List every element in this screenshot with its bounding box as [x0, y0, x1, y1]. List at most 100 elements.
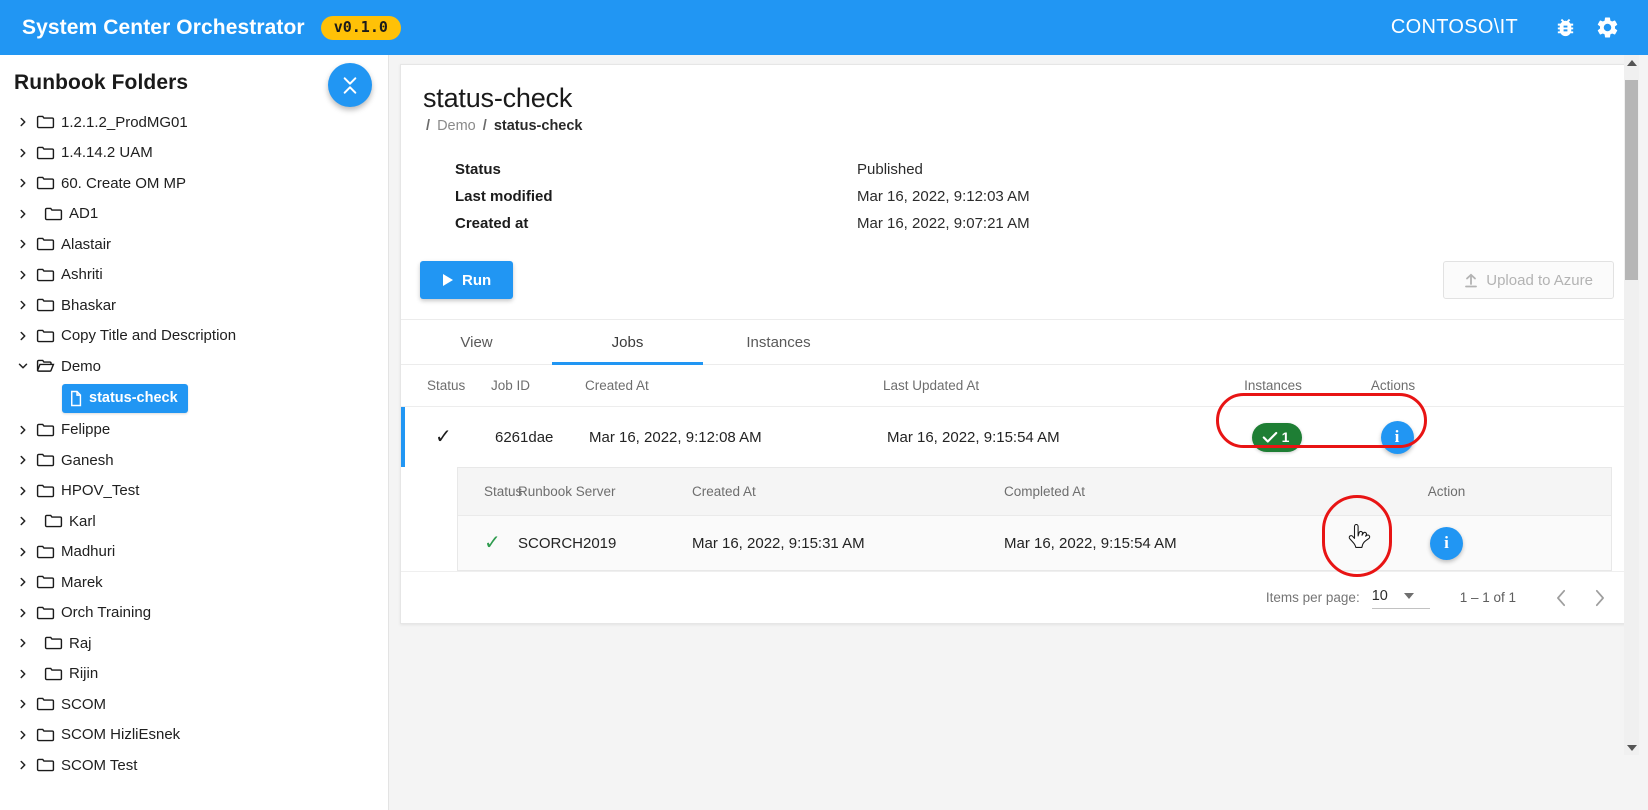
- top-app-bar: System Center Orchestrator v0.1.0 CONTOS…: [0, 0, 1648, 55]
- upload-button-label: Upload to Azure: [1486, 272, 1593, 289]
- breadcrumb-item-demo[interactable]: Demo: [437, 118, 476, 134]
- tree-item-scom-hizliesnek[interactable]: SCOM HizliEsnek: [0, 720, 388, 751]
- instance-runbook-server-cell: SCORCH2019: [518, 535, 692, 552]
- run-button[interactable]: Run: [420, 261, 513, 299]
- tree-item-label: Felippe: [61, 422, 110, 437]
- play-icon: [442, 273, 454, 287]
- breadcrumb-separator: /: [483, 118, 487, 134]
- tree-item-demo[interactable]: Demo: [0, 351, 388, 382]
- chevron-right-icon[interactable]: [10, 207, 36, 221]
- column-header-actions: Actions: [1333, 378, 1453, 393]
- tree-item-1.4.14.2-UAM[interactable]: 1.4.14.2 UAM: [0, 138, 388, 169]
- metadata-value: Published: [857, 161, 923, 178]
- job-status-cell: ✓: [409, 427, 495, 447]
- chevron-right-icon[interactable]: [10, 237, 36, 251]
- scroll-up-arrow-icon[interactable]: [1624, 55, 1639, 70]
- table-row[interactable]: ✓ SCORCH2019 Mar 16, 2022, 9:15:31 AM Ma…: [458, 516, 1611, 570]
- chevron-right-icon[interactable]: [10, 728, 36, 742]
- next-page-button[interactable]: [1580, 579, 1618, 617]
- tree-item-copy-title-and-description[interactable]: Copy Title and Description: [0, 321, 388, 352]
- tab-label: Instances: [746, 334, 810, 351]
- chevron-right-icon[interactable]: [10, 758, 36, 772]
- folder-icon: [36, 236, 55, 252]
- metadata-row-status: Status Published: [455, 156, 1614, 183]
- chevron-right-icon[interactable]: [10, 484, 36, 498]
- chevron-right-icon[interactable]: [10, 667, 36, 681]
- instances-count-badge[interactable]: 1: [1252, 423, 1303, 452]
- chevron-right-icon[interactable]: [10, 423, 36, 437]
- chevron-right-icon[interactable]: [10, 268, 36, 282]
- gear-icon[interactable]: [1590, 11, 1624, 45]
- tree-item-label: 1.2.1.2_ProdMG01: [61, 115, 188, 130]
- job-instances-cell: 1: [1217, 423, 1337, 452]
- tree-item-label: Rijin: [69, 666, 98, 681]
- tree-item-madhuri[interactable]: Madhuri: [0, 537, 388, 568]
- metadata-value: Mar 16, 2022, 9:07:21 AM: [857, 215, 1030, 232]
- chevron-right-icon[interactable]: [10, 329, 36, 343]
- expand-collapse-all-button[interactable]: [328, 63, 372, 107]
- tree-item-runbook-status-check[interactable]: status-check: [62, 384, 188, 413]
- breadcrumb-separator: /: [426, 118, 430, 134]
- job-actions-cell: i: [1337, 421, 1457, 454]
- chevron-right-icon[interactable]: [10, 453, 36, 467]
- tree-item-karl[interactable]: Karl: [0, 506, 388, 537]
- chevron-right-icon[interactable]: [10, 115, 36, 129]
- page-range-label: 1 – 1 of 1: [1460, 590, 1516, 605]
- tree-item-label: SCOM: [61, 697, 106, 712]
- tree-item-raj[interactable]: Raj: [0, 628, 388, 659]
- runbook-detail-card: status-check / Demo / status-check Statu…: [400, 64, 1637, 624]
- scroll-down-arrow-icon[interactable]: [1624, 740, 1639, 755]
- column-header-instances: Instances: [1213, 378, 1333, 393]
- previous-page-button[interactable]: [1542, 579, 1580, 617]
- table-row[interactable]: ✓ 6261dae Mar 16, 2022, 9:12:08 AM Mar 1…: [401, 407, 1636, 467]
- bug-icon[interactable]: [1548, 11, 1582, 45]
- tree-item-label: SCOM Test: [61, 758, 137, 773]
- tree-item-ashriti[interactable]: Ashriti: [0, 260, 388, 291]
- tree-item-scom[interactable]: SCOM: [0, 689, 388, 720]
- instance-action-cell: i: [1334, 527, 1611, 560]
- chevron-down-icon[interactable]: [10, 359, 36, 373]
- folder-icon: [44, 513, 63, 529]
- info-icon[interactable]: i: [1430, 527, 1463, 560]
- items-per-page-value: 10: [1372, 588, 1388, 604]
- tree-item-60-create-om-mp[interactable]: 60. Create OM MP: [0, 168, 388, 199]
- chevron-right-icon[interactable]: [10, 697, 36, 711]
- chevron-right-icon[interactable]: [10, 514, 36, 528]
- tree-item-felippe[interactable]: Felippe: [0, 415, 388, 446]
- breadcrumb: / Demo / status-check: [423, 118, 1614, 134]
- tab-label: View: [460, 334, 492, 351]
- info-icon[interactable]: i: [1381, 421, 1414, 454]
- tree-item-label: Demo: [61, 359, 101, 374]
- chevron-right-icon[interactable]: [10, 176, 36, 190]
- tab-jobs[interactable]: Jobs: [552, 320, 703, 364]
- tree-item-label: Bhaskar: [61, 298, 116, 313]
- chevron-right-icon[interactable]: [10, 298, 36, 312]
- chevron-down-icon: [1404, 593, 1414, 599]
- chevron-right-icon[interactable]: [10, 575, 36, 589]
- folder-icon: [44, 666, 63, 682]
- breadcrumb-item-current: status-check: [494, 118, 583, 134]
- upload-to-azure-button[interactable]: Upload to Azure: [1443, 261, 1614, 299]
- tree-item-orch-training[interactable]: Orch Training: [0, 598, 388, 629]
- tree-item-ad1[interactable]: AD1: [0, 199, 388, 230]
- chevron-right-icon[interactable]: [10, 636, 36, 650]
- chevron-right-icon[interactable]: [10, 545, 36, 559]
- metadata-key: Status: [455, 161, 857, 178]
- chevron-right-icon[interactable]: [10, 606, 36, 620]
- chevron-right-icon[interactable]: [10, 146, 36, 160]
- tree-item-marek[interactable]: Marek: [0, 567, 388, 598]
- tree-item-scom-test[interactable]: SCOM Test: [0, 750, 388, 781]
- sidebar-scrollbar-thumb[interactable]: [1625, 80, 1638, 280]
- instances-table-header: Status Runbook Server Created At Complet…: [458, 468, 1611, 516]
- items-per-page-select[interactable]: 10: [1372, 586, 1430, 609]
- tree-item-hpov_test[interactable]: HPOV_Test: [0, 476, 388, 507]
- metadata-key: Last modified: [455, 188, 857, 205]
- tab-view[interactable]: View: [401, 320, 552, 364]
- tree-item-bhaskar[interactable]: Bhaskar: [0, 290, 388, 321]
- tree-item-1.2.1.2_ProdMG01[interactable]: 1.2.1.2_ProdMG01: [0, 107, 388, 138]
- sidebar: Runbook Folders 1.2.1.2_ProdMG01 1.4.14.…: [0, 55, 389, 810]
- tab-instances[interactable]: Instances: [703, 320, 854, 364]
- tree-item-alastair[interactable]: Alastair: [0, 229, 388, 260]
- tree-item-rijin[interactable]: Rijin: [0, 659, 388, 690]
- tree-item-ganesh[interactable]: Ganesh: [0, 445, 388, 476]
